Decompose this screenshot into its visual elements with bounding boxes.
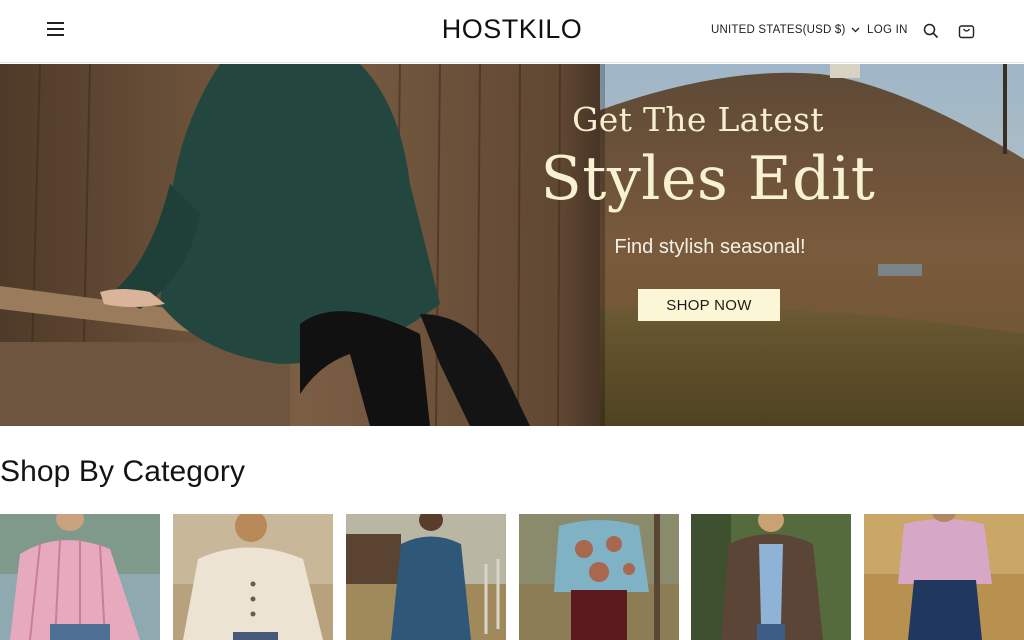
- category-row: [0, 514, 1024, 640]
- shop-now-button[interactable]: SHOP NOW: [638, 289, 780, 321]
- chevron-down-icon: [851, 27, 860, 33]
- category-card[interactable]: [691, 514, 851, 640]
- category-card[interactable]: [0, 514, 160, 640]
- category-image: [691, 514, 851, 640]
- currency-selector[interactable]: UNITED STATES(USD $): [711, 24, 860, 36]
- category-card[interactable]: [519, 514, 679, 640]
- hero-banner: Get The Latest Styles Edit Find stylish …: [0, 64, 1024, 426]
- category-card[interactable]: [346, 514, 506, 640]
- site-logo[interactable]: HOSTKILO: [442, 14, 583, 44]
- category-image: [346, 514, 506, 640]
- menu-icon[interactable]: [47, 22, 67, 40]
- search-icon[interactable]: [923, 23, 939, 39]
- category-image: [519, 514, 679, 640]
- category-image: [864, 514, 1024, 640]
- hero-title-line1: Get The Latest: [572, 100, 824, 139]
- category-image: [0, 514, 160, 640]
- currency-label: UNITED STATES(USD $): [711, 24, 846, 36]
- hero-image: [0, 64, 1024, 426]
- hero-subtitle: Find stylish seasonal!: [614, 236, 806, 258]
- category-image: [173, 514, 333, 640]
- site-header: HOSTKILO UNITED STATES(USD $) LOG IN: [0, 0, 1024, 63]
- category-card[interactable]: [864, 514, 1024, 640]
- cart-icon[interactable]: [958, 22, 975, 39]
- category-card[interactable]: [173, 514, 333, 640]
- hero-title-line2: Styles Edit: [540, 144, 876, 214]
- login-link[interactable]: LOG IN: [867, 24, 908, 36]
- section-title: Shop By Category: [0, 455, 246, 488]
